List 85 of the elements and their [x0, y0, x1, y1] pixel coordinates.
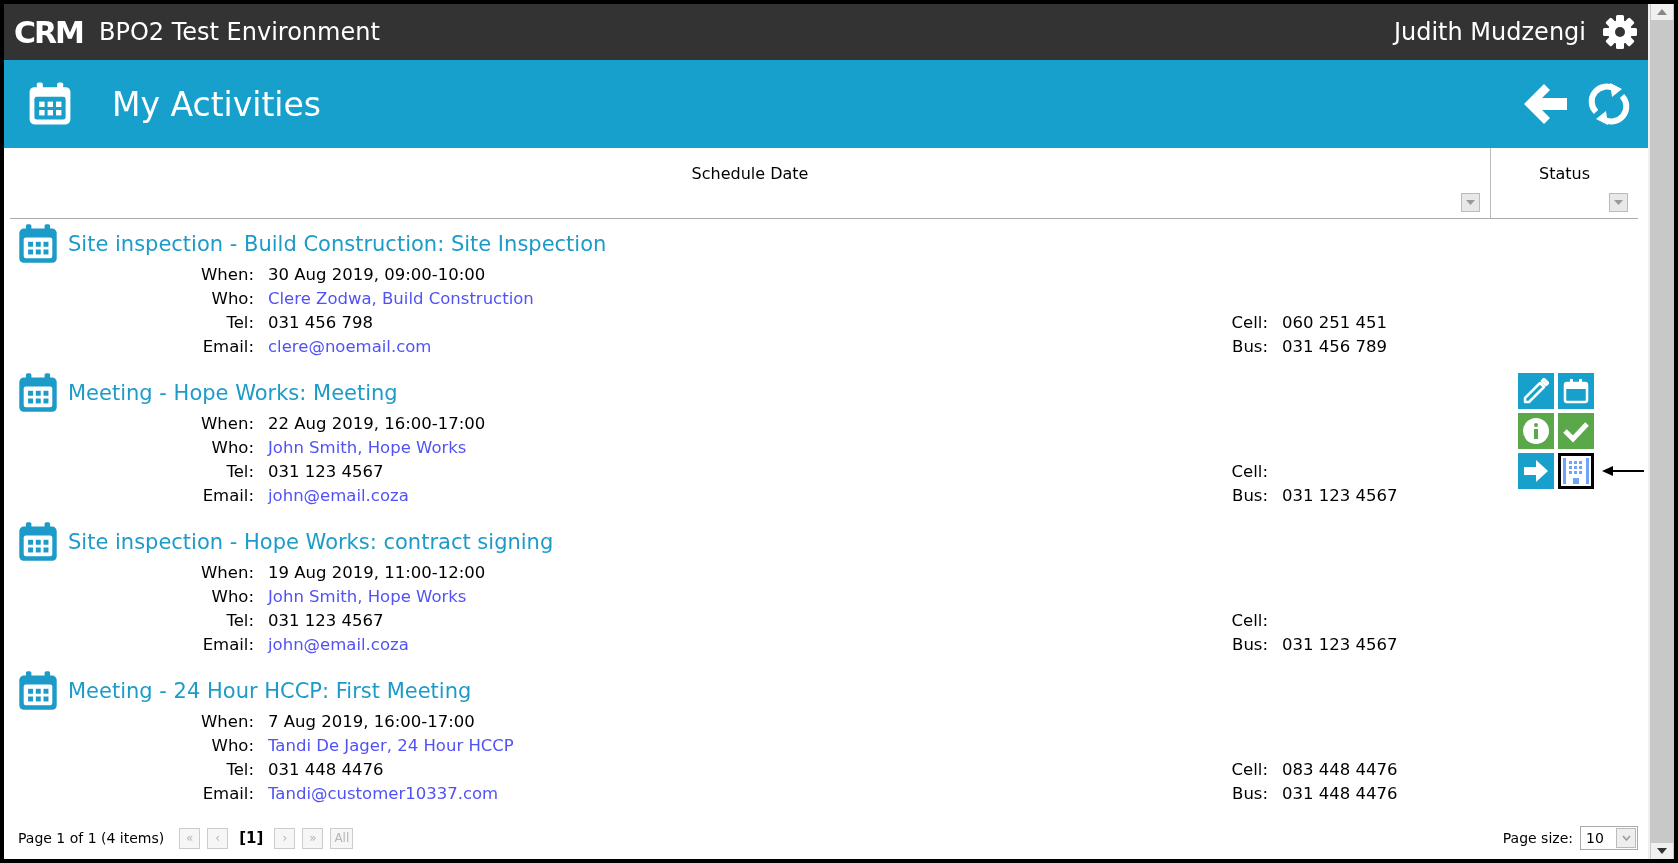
field-label: Email: — [202, 336, 254, 358]
field-value: 031 456 798 — [268, 312, 373, 334]
back-arrow-icon[interactable] — [1522, 82, 1568, 126]
field-value: 031 123 4567 — [268, 610, 384, 632]
page-size-select[interactable]: 10 — [1580, 826, 1638, 850]
dropdown-button[interactable] — [1616, 828, 1636, 848]
filter-dropdown[interactable] — [1609, 193, 1628, 212]
company-button[interactable] — [1558, 453, 1594, 489]
field-value: 031 123 4567 — [1282, 634, 1398, 656]
page-size-label: Page size: — [1502, 830, 1573, 846]
field-label: Tel: — [226, 312, 254, 334]
caret-icon — [1614, 199, 1623, 206]
field-value: 031 123 4567 — [268, 461, 384, 483]
page-title: My Activities — [112, 84, 323, 124]
pager-summary: Page 1 of 1 (4 items) — [18, 830, 165, 846]
activity-title[interactable]: Site inspection - Build Construction: Site Inspection — [68, 232, 607, 256]
column-header[interactable]: Schedule Date — [691, 164, 809, 184]
field-label: Email: — [202, 634, 254, 656]
calendar-icon — [1563, 378, 1589, 404]
calendar-icon — [16, 520, 60, 564]
field-label: Who: — [211, 437, 254, 459]
field-label: Tel: — [226, 461, 254, 483]
caret-icon — [1466, 199, 1475, 206]
field-value: 30 Aug 2019, 09:00-10:00 — [268, 264, 486, 286]
arrow-right-icon — [1522, 457, 1550, 485]
scroll-down-icon[interactable] — [1651, 843, 1673, 859]
column-header[interactable]: Status — [1539, 164, 1590, 184]
field-label: Email: — [202, 485, 254, 507]
settings-icon[interactable] — [1602, 14, 1638, 50]
field-link[interactable]: john@email.coza — [268, 484, 409, 507]
field-label: Cell: — [1231, 461, 1268, 483]
calendar-icon — [16, 222, 60, 266]
scroll-up-icon[interactable] — [1651, 4, 1673, 20]
field-label: Who: — [211, 288, 254, 310]
field-link[interactable]: clere@noemail.com — [268, 335, 432, 358]
field-value: 031 456 789 — [1282, 336, 1387, 358]
field-label: Cell: — [1231, 312, 1268, 334]
filter-dropdown[interactable] — [1461, 193, 1480, 212]
chevron-down-icon — [1621, 835, 1631, 841]
field-value: 031 123 4567 — [1282, 485, 1398, 507]
pointer-arrow — [1602, 465, 1644, 477]
user-name[interactable]: Judith Mudzengi — [1393, 18, 1586, 46]
info-icon — [1522, 417, 1550, 445]
field-value: 031 448 4476 — [1282, 783, 1398, 805]
field-link[interactable]: Clere Zodwa, Build Construction — [268, 287, 534, 310]
field-label: Cell: — [1231, 759, 1268, 781]
field-label: Bus: — [1232, 485, 1268, 507]
field-label: Who: — [211, 586, 254, 608]
field-label: Cell: — [1231, 610, 1268, 632]
environment-name: BPO2 Test Environment — [99, 18, 381, 46]
building-icon — [1565, 457, 1587, 485]
edit-button[interactable] — [1518, 373, 1554, 409]
activity-title[interactable]: Meeting - 24 Hour HCCP: First Meeting — [68, 679, 472, 703]
refresh-icon[interactable] — [1588, 82, 1630, 126]
field-label: Email: — [202, 783, 254, 805]
calendar-icon — [16, 371, 60, 415]
calendar-icon — [16, 669, 60, 713]
field-value: 22 Aug 2019, 16:00-17:00 — [268, 413, 486, 435]
activity-title[interactable]: Meeting - Hope Works: Meeting — [68, 381, 398, 405]
field-value: 060 251 451 — [1282, 312, 1387, 334]
field-label: When: — [201, 711, 254, 733]
field-value: 7 Aug 2019, 16:00-17:00 — [268, 711, 475, 733]
field-label: Who: — [211, 735, 254, 757]
field-value: 19 Aug 2019, 11:00-12:00 — [268, 562, 486, 584]
field-link[interactable]: John Smith, Hope Works — [268, 585, 467, 608]
field-label: Bus: — [1232, 336, 1268, 358]
pencil-icon — [1523, 378, 1549, 404]
scrollbar[interactable] — [1648, 4, 1674, 859]
calendar-button[interactable] — [1558, 373, 1594, 409]
field-label: Bus: — [1232, 783, 1268, 805]
field-label: When: — [201, 264, 254, 286]
field-link[interactable]: Tandi@customer10337.com — [268, 782, 499, 805]
field-label: When: — [201, 413, 254, 435]
field-link[interactable]: John Smith, Hope Works — [268, 436, 467, 459]
field-link[interactable]: john@email.coza — [268, 633, 409, 656]
field-link[interactable]: Tandi De Jager, 24 Hour HCCP — [268, 734, 514, 757]
field-label: When: — [201, 562, 254, 584]
logo: CRM — [14, 14, 83, 50]
field-value: 031 448 4476 — [268, 759, 384, 781]
field-label: Bus: — [1232, 634, 1268, 656]
field-value: 083 448 4476 — [1282, 759, 1398, 781]
activity-title[interactable]: Site inspection - Hope Works: contract signing — [68, 530, 554, 554]
field-label: Tel: — [226, 610, 254, 632]
field-label: Tel: — [226, 759, 254, 781]
current-page[interactable]: [1] — [235, 829, 268, 847]
